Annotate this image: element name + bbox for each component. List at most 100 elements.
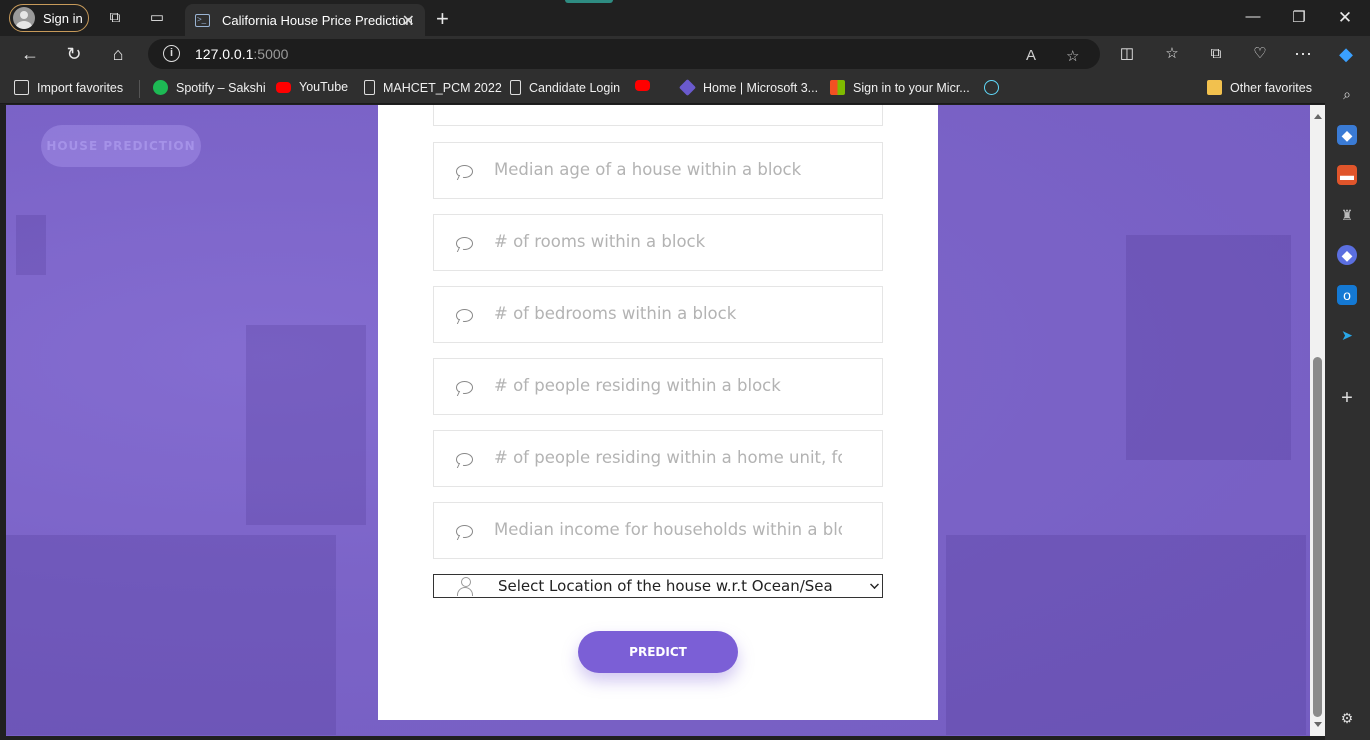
split-screen-icon[interactable]: ◫ [1115,42,1139,66]
telegram-icon[interactable]: ➤ [1337,325,1357,345]
url-text[interactable]: 127.0.0.1:5000 [195,46,288,62]
bookmark-label: MAHCET_PCM 2022 [383,80,502,95]
input-placeholder: Median age of a house within a block [494,160,802,179]
bookmark-label: YouTube [299,80,349,94]
browser-essentials-icon[interactable]: ♡ [1248,42,1272,66]
title-bar: Sign in ⧉ ▭ >_ California House Price Pr… [0,0,1370,36]
address-bar[interactable]: i 127.0.0.1:5000 A ☆ [148,39,1100,69]
median-income-input[interactable]: Median income for households within a bl… [433,502,883,559]
site-info-icon[interactable]: i [163,45,180,62]
input-placeholder: # of bedrooms within a block [494,304,737,323]
collections-icon[interactable]: ⧉ [1204,42,1228,66]
background-decor [16,215,46,275]
favorite-star-icon[interactable]: ☆ [1066,47,1079,65]
microsoft365-icon[interactable]: ◆ [1337,245,1357,265]
housing-median-age-input[interactable]: Median age of a house within a block [433,142,883,199]
bookmark-other-favorites[interactable]: Other favorites [1207,80,1312,95]
bookmark-spotify[interactable]: Spotify – Sakshi [153,80,266,95]
favorites-icon[interactable]: ☆ [1160,42,1184,66]
comment-icon [456,309,473,322]
minimize-icon[interactable]: — [1238,8,1268,25]
workspaces-icon[interactable]: ⧉ [105,8,125,28]
scroll-up-arrow-icon[interactable] [1314,114,1322,119]
profile-sign-in-button[interactable]: Sign in [9,4,89,32]
input-placeholder: # of rooms within a block [494,232,706,251]
tab-actions-icon[interactable]: ▭ [147,8,167,28]
page-viewport: HOUSE PREDICTION Median age of a house w… [6,105,1310,736]
input-placeholder: # of people residing within a home unit,… [494,448,842,467]
tab-active[interactable]: >_ California House Price Prediction ✕ [185,4,425,36]
import-icon [14,80,29,95]
close-tab-icon[interactable]: ✕ [402,11,415,31]
bookmark-label: Candidate Login [529,80,621,95]
input-placeholder: Median income for households within a bl… [494,520,842,539]
edge-sidebar: ⌕ ◆ ▬ ♜ ◆ o ➤ + ⚙ [1325,72,1370,740]
page-icon [364,80,375,95]
bookmark-label: Home | Microsoft 3... [703,80,819,95]
bookmark-label: Import favorites [37,80,124,95]
population-input[interactable]: # of people residing within a block [433,358,883,415]
households-input[interactable]: # of people residing within a home unit,… [433,430,883,487]
predict-button[interactable]: PREDICT [578,631,738,673]
comment-icon [456,525,473,538]
bookmark-youtube[interactable]: YouTube [276,80,348,94]
tab-accent-line [565,0,613,3]
ocean-proximity-select[interactable]: Select Location of the house w.r.t Ocean… [433,574,883,598]
bookmark-react[interactable] [984,80,1007,95]
page-scrollbar[interactable] [1310,105,1325,736]
field-partial-top[interactable] [433,105,883,126]
spotify-icon [153,80,168,95]
input-placeholder: # of people residing within a block [494,376,781,395]
scroll-down-arrow-icon[interactable] [1314,722,1322,727]
total-rooms-input[interactable]: # of rooms within a block [433,214,883,271]
back-icon[interactable]: ← [18,42,42,66]
outlook-icon[interactable]: o [1337,285,1357,305]
add-sidebar-app-icon[interactable]: + [1337,388,1357,408]
comment-icon [456,381,473,394]
comment-icon [456,453,473,466]
bookmarks-bar: Import favorites Spotify – Sakshi YouTub… [0,72,1370,104]
youtube-icon [635,80,650,91]
bookmark-microsoft-signin[interactable]: Sign in to your Micr... [830,80,970,95]
home-icon[interactable]: ⌂ [106,42,130,66]
settings-gear-icon[interactable]: ⚙ [1337,708,1357,728]
bookmark-label: Spotify – Sakshi [176,80,266,95]
youtube-icon [276,81,291,93]
bookmark-candidate-login[interactable]: Candidate Login [510,80,620,95]
games-icon[interactable]: ♜ [1337,205,1357,225]
avatar-icon [13,7,35,29]
bookmark-import-favorites[interactable]: Import favorites [14,80,123,95]
navigation-bar: ← ↻ ⌂ i 127.0.0.1:5000 A ☆ ◫ ☆ ⧉ ♡ ⋯ ◆ [0,36,1370,72]
shopping-tag-icon[interactable]: ◆ [1337,125,1357,145]
sign-in-label: Sign in [43,10,83,26]
copilot-icon[interactable]: ◆ [1334,42,1358,66]
house-prediction-badge: HOUSE PREDICTION [41,125,201,167]
url-host: 127.0.0.1 [195,46,254,62]
prediction-form-card: Median age of a house within a block # o… [378,105,938,720]
bookmark-label: Other favorites [1230,80,1312,95]
refresh-icon[interactable]: ↻ [62,42,86,66]
chevron-down-icon [870,580,879,589]
total-bedrooms-input[interactable]: # of bedrooms within a block [433,286,883,343]
bookmark-youtube-icon-only[interactable] [635,80,658,91]
url-port: :5000 [253,46,289,62]
microsoft-logo-icon [830,80,845,95]
restore-icon[interactable]: ❐ [1284,8,1314,26]
bookmark-divider [139,80,140,98]
scrollbar-thumb[interactable] [1313,357,1322,717]
read-aloud-icon[interactable]: A [1026,47,1036,64]
background-decor [1126,235,1291,460]
react-icon [984,80,999,95]
tools-icon[interactable]: ▬ [1337,165,1357,185]
bookmark-microsoft-home[interactable]: Home | Microsoft 3... [679,79,819,96]
tab-title: California House Price Prediction [222,12,413,28]
search-icon[interactable]: ⌕ [1337,84,1357,104]
comment-icon [456,165,473,178]
bookmark-mahcet[interactable]: MAHCET_PCM 2022 [364,80,502,95]
more-options-icon[interactable]: ⋯ [1291,42,1315,66]
person-icon [457,577,473,596]
comment-icon [456,237,473,250]
close-window-icon[interactable]: ✕ [1330,8,1360,28]
folder-icon [1207,80,1222,95]
new-tab-icon[interactable]: + [436,6,449,32]
